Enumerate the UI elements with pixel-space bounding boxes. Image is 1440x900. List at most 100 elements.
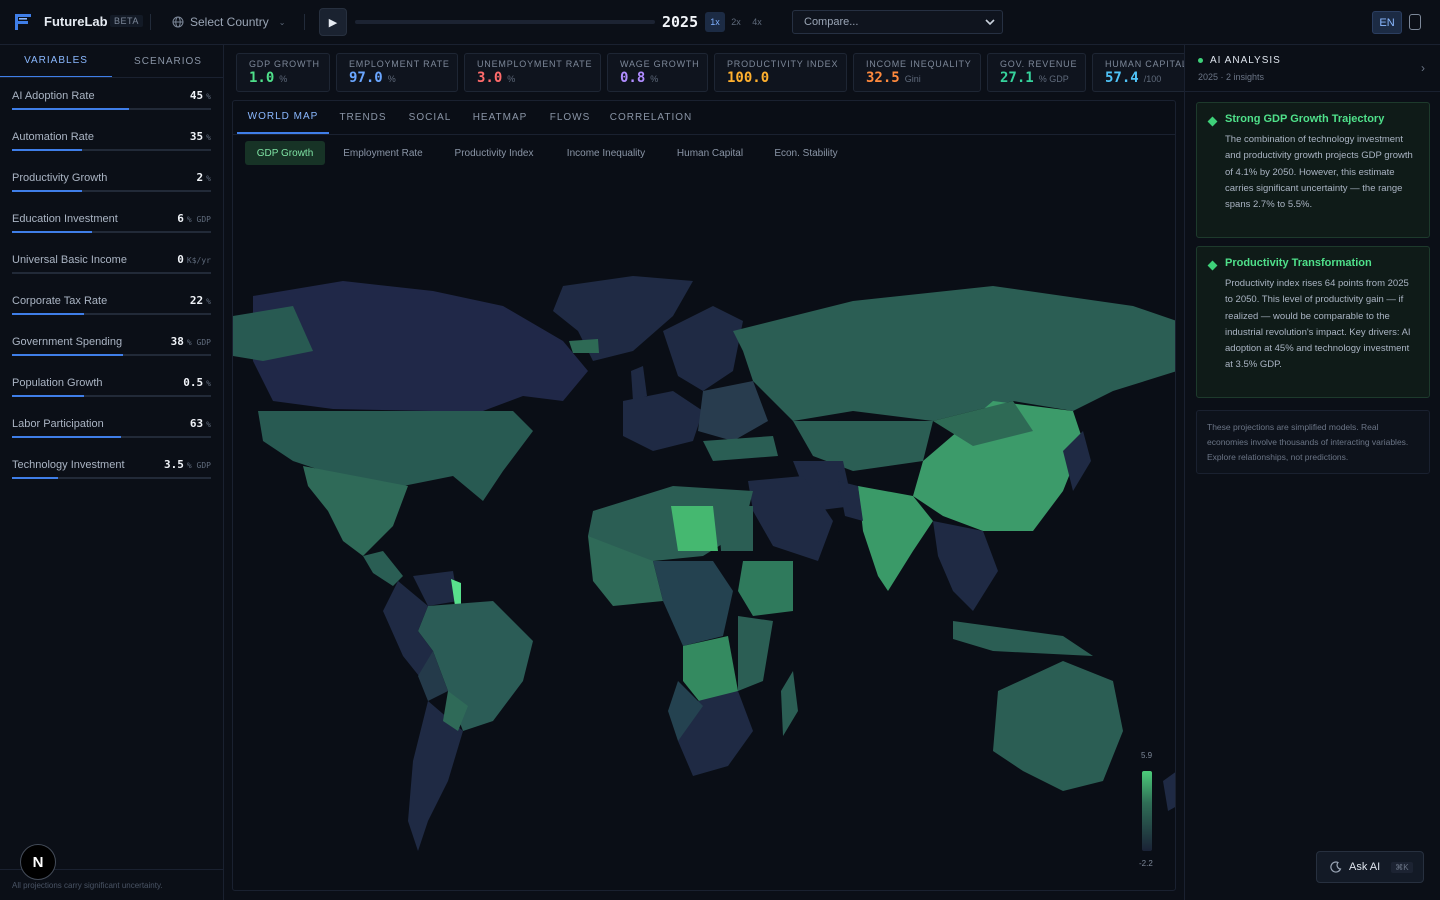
language-button[interactable]: EN [1372, 11, 1402, 34]
variable-slider-track[interactable] [12, 231, 211, 233]
insight-text: Productivity index rises 64 points from … [1225, 278, 1411, 371]
variable-name: Corporate Tax Rate [12, 295, 108, 307]
country-iceland[interactable] [569, 339, 599, 353]
country-australia[interactable] [993, 661, 1123, 791]
tab-trends[interactable]: TRENDS [333, 101, 393, 134]
country-eastern-europe[interactable] [698, 381, 768, 441]
tab-correlation[interactable]: CORRELATION [605, 101, 697, 134]
metric-value: 27.1% GDP [1000, 70, 1069, 86]
country-southeast-asia[interactable] [933, 521, 998, 611]
variable-slider-track[interactable] [12, 395, 211, 397]
variable-value: 38% GDP [170, 335, 211, 348]
country-russia[interactable] [733, 286, 1176, 421]
chip-employment-rate[interactable]: Employment Rate [333, 141, 433, 165]
variable-value: 6% GDP [177, 212, 211, 225]
chevron-right-icon[interactable]: › [1421, 61, 1425, 75]
ai-analysis-subtitle: 2025 · 2 insights [1198, 72, 1265, 82]
insight-title: Strong GDP Growth Trajectory [1225, 113, 1385, 125]
variable-slider[interactable]: Technology Investment 3.5% GDP [12, 455, 211, 496]
next-dev-button[interactable]: N [20, 844, 56, 880]
ask-ai-button[interactable]: Ask AI ⌘K [1316, 851, 1424, 883]
ask-ai-label: Ask AI [1349, 861, 1381, 873]
country-east-africa[interactable] [738, 616, 773, 691]
metric-label: UNEMPLOYMENT RATE [477, 59, 593, 69]
insight-card: Productivity Transformation Productivity… [1196, 246, 1430, 398]
country-central-america[interactable] [363, 551, 403, 586]
variable-slider[interactable]: Universal Basic Income 0 K$/yr [12, 250, 211, 291]
variable-value: 0.5% [183, 376, 211, 389]
metric-card[interactable]: GOV. REVENUE 27.1% GDP [987, 53, 1086, 92]
metric-label: GOV. REVENUE [1000, 59, 1078, 69]
country-scandinavia[interactable] [663, 306, 743, 391]
variable-slider[interactable]: Government Spending 38% GDP [12, 332, 211, 373]
country-turkey[interactable] [703, 436, 778, 461]
metric-card[interactable]: PRODUCTIVITY INDEX 100.0 [714, 53, 847, 92]
variable-name: Technology Investment [12, 459, 125, 471]
variable-slider-track[interactable] [12, 108, 211, 110]
insight-title: Productivity Transformation [1225, 257, 1372, 269]
variable-slider-fill [12, 190, 82, 192]
variable-slider-fill [12, 395, 84, 397]
variable-slider-track[interactable] [12, 190, 211, 192]
variable-slider[interactable]: Productivity Growth 2% [12, 168, 211, 209]
ai-analysis-header[interactable]: AI ANALYSIS 2025 · 2 insights › [1185, 45, 1440, 92]
chip-econ-stability[interactable]: Econ. Stability [763, 141, 849, 165]
country-madagascar[interactable] [781, 671, 798, 736]
variable-slider-fill [12, 313, 84, 315]
divider [233, 134, 1175, 135]
tab-world-map[interactable]: WORLD MAP [237, 101, 329, 134]
chip-productivity-index[interactable]: Productivity Index [443, 141, 545, 165]
insight-text: The combination of technology investment… [1225, 134, 1413, 211]
variable-slider-track[interactable] [12, 354, 211, 356]
tab-social[interactable]: SOCIAL [401, 101, 459, 134]
metric-value: 97.0% [349, 70, 396, 86]
variable-slider[interactable]: Labor Participation 63% [12, 414, 211, 455]
variable-slider[interactable]: Education Investment 6% GDP [12, 209, 211, 250]
disclaimer-note: These projections are simplified models.… [1196, 410, 1430, 474]
world-map[interactable] [233, 261, 1176, 891]
country-egypt[interactable] [718, 506, 753, 551]
country-central-africa[interactable] [653, 561, 733, 646]
country-western-europe[interactable] [623, 391, 703, 451]
chip-human-capital[interactable]: Human Capital [667, 141, 753, 165]
metric-value: 3.0% [477, 70, 516, 86]
variable-slider-track[interactable] [12, 313, 211, 315]
metric-card[interactable]: UNEMPLOYMENT RATE 3.0% [464, 53, 601, 92]
variable-slider-track[interactable] [12, 272, 211, 274]
variable-value: 0 K$/yr [177, 253, 211, 266]
country-new-zealand[interactable] [1163, 771, 1176, 811]
variable-slider[interactable]: Automation Rate 35% [12, 127, 211, 168]
chip-income-inequality[interactable]: Income Inequality [555, 141, 657, 165]
metric-card[interactable]: GDP GROWTH 1.0% [236, 53, 330, 92]
variable-slider-track[interactable] [12, 149, 211, 151]
theme-toggle-icon[interactable] [1409, 14, 1421, 30]
variable-slider-track[interactable] [12, 436, 211, 438]
tab-flows[interactable]: FLOWS [543, 101, 597, 134]
metric-label: EMPLOYMENT RATE [349, 59, 450, 69]
status-dot-icon [1198, 58, 1203, 63]
diamond-icon [1207, 260, 1218, 271]
variable-slider-track[interactable] [12, 477, 211, 479]
chip-gdp-growth[interactable]: GDP Growth [245, 141, 325, 165]
variable-slider-fill [12, 354, 124, 356]
variable-name: Automation Rate [12, 131, 94, 143]
variable-value: 2% [196, 171, 211, 184]
main-panel: WORLD MAP TRENDS SOCIAL HEATMAP FLOWS CO… [232, 100, 1176, 891]
country-ethiopia[interactable] [738, 561, 793, 616]
variable-slider[interactable]: Corporate Tax Rate 22% [12, 291, 211, 332]
metric-label: INCOME INEQUALITY [866, 59, 972, 69]
variable-slider-fill [12, 436, 122, 438]
metric-card[interactable]: INCOME INEQUALITY 32.5 Gini [853, 53, 981, 92]
country-indonesia[interactable] [953, 621, 1093, 656]
metric-card[interactable]: WAGE GROWTH 0.8% [607, 53, 708, 92]
variable-value: 63% [189, 417, 211, 430]
tab-heatmap[interactable]: HEATMAP [467, 101, 533, 134]
legend-color-scale [1142, 771, 1152, 851]
metric-card[interactable]: EMPLOYMENT RATE 97.0% [336, 53, 458, 92]
variable-slider[interactable]: Population Growth 0.5% [12, 373, 211, 414]
country-libya[interactable] [671, 506, 718, 551]
metric-card[interactable]: HUMAN CAPITAL 57.4/100 [1092, 53, 1184, 92]
country-uk[interactable] [631, 366, 647, 401]
ai-analysis-panel: AI ANALYSIS 2025 · 2 insights › Strong G… [1184, 45, 1440, 900]
metrics-bar: GDP GROWTH 1.0% EMPLOYMENT RATE 97.0% UNEMPL… [0, 0, 1184, 100]
